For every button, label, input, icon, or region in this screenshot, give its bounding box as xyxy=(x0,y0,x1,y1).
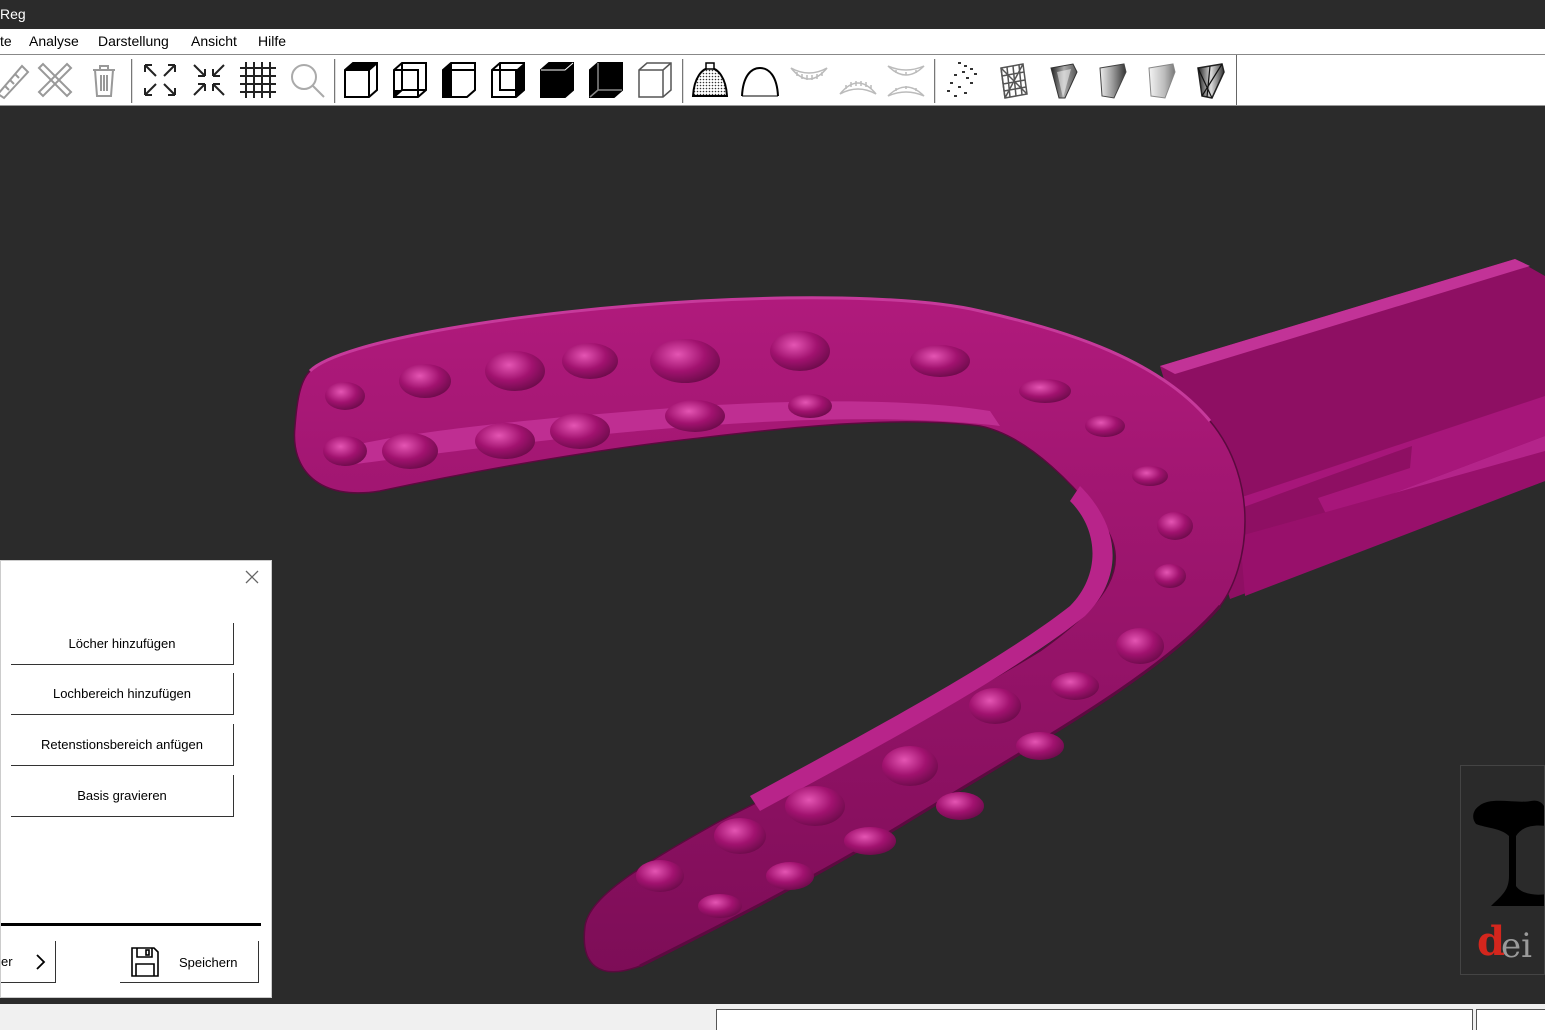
close-icon[interactable] xyxy=(242,567,262,587)
view-bottom-icon[interactable] xyxy=(586,60,626,100)
add-retention-area-button[interactable]: Retenstionsbereich anfügen xyxy=(11,724,234,766)
logo-text: ei e xyxy=(1501,926,1532,974)
engrave-base-button[interactable]: Basis gravieren xyxy=(11,775,234,817)
expand-icon[interactable] xyxy=(140,60,180,100)
floppy-disk-icon xyxy=(131,947,159,977)
toolbar-separator xyxy=(682,59,684,103)
toolbar-separator xyxy=(934,59,936,103)
view-right-icon[interactable] xyxy=(488,60,528,100)
grid-icon[interactable] xyxy=(238,60,278,100)
points-icon[interactable] xyxy=(944,60,984,100)
brand-logo: d ei e xyxy=(1460,765,1545,975)
shade-flat-icon[interactable] xyxy=(1043,60,1083,100)
window-title: Reg xyxy=(0,6,26,22)
teeth-both-icon[interactable] xyxy=(886,60,926,100)
menu-item-datei[interactable]: te xyxy=(0,33,12,49)
add-hole-area-button[interactable]: Lochbereich hinzufügen xyxy=(11,673,234,715)
view-left-icon[interactable] xyxy=(439,60,479,100)
next-button[interactable]: er xyxy=(1,941,56,983)
menu-item-hilfe[interactable]: Hilfe xyxy=(258,33,286,49)
panel-divider xyxy=(1,923,261,926)
toolbar xyxy=(0,54,1545,106)
menu-item-analyse[interactable]: Analyse xyxy=(29,33,79,49)
shrink-icon[interactable] xyxy=(189,60,229,100)
mesh-wire-icon[interactable] xyxy=(993,60,1033,100)
zoom-icon[interactable] xyxy=(287,60,327,100)
status-field-main xyxy=(716,1009,1473,1030)
tray-dotted-icon[interactable] xyxy=(690,60,730,100)
teeth-upper-icon[interactable] xyxy=(789,60,829,100)
menu-item-ansicht[interactable]: Ansicht xyxy=(191,33,237,49)
teeth-lower-icon[interactable] xyxy=(838,60,878,100)
status-field-secondary xyxy=(1476,1009,1545,1030)
shade-gouraud-icon[interactable] xyxy=(1141,60,1181,100)
toolbar-separator xyxy=(334,59,336,103)
trash-icon[interactable] xyxy=(84,60,124,100)
ruler-cross-icon[interactable] xyxy=(35,60,75,100)
add-holes-button[interactable]: Löcher hinzufügen xyxy=(11,623,234,665)
view-iso-icon[interactable] xyxy=(635,60,675,100)
save-button-label: Speichern xyxy=(179,955,238,970)
tool-panel: Löcher hinzufügen Lochbereich hinzufügen… xyxy=(0,560,272,998)
view-back-icon[interactable] xyxy=(390,60,430,100)
menu-bar: te Analyse Darstellung Ansicht Hilfe xyxy=(0,29,1545,54)
ruler-icon[interactable] xyxy=(0,60,32,100)
status-bar xyxy=(0,1004,1545,1030)
chevron-right-icon xyxy=(36,954,46,970)
toolbar-end-divider xyxy=(1236,55,1237,105)
tray-outline-icon[interactable] xyxy=(740,60,780,100)
shade-mixed-icon[interactable] xyxy=(1190,60,1230,100)
save-button[interactable]: Speichern xyxy=(120,941,259,983)
view-front-icon[interactable] xyxy=(341,60,381,100)
menu-item-darstellung[interactable]: Darstellung xyxy=(98,33,169,49)
toolbar-separator xyxy=(131,59,133,103)
title-bar: Reg xyxy=(0,0,1545,29)
next-button-label: er xyxy=(1,954,13,969)
view-top-icon[interactable] xyxy=(537,60,577,100)
shade-smooth-icon[interactable] xyxy=(1092,60,1132,100)
